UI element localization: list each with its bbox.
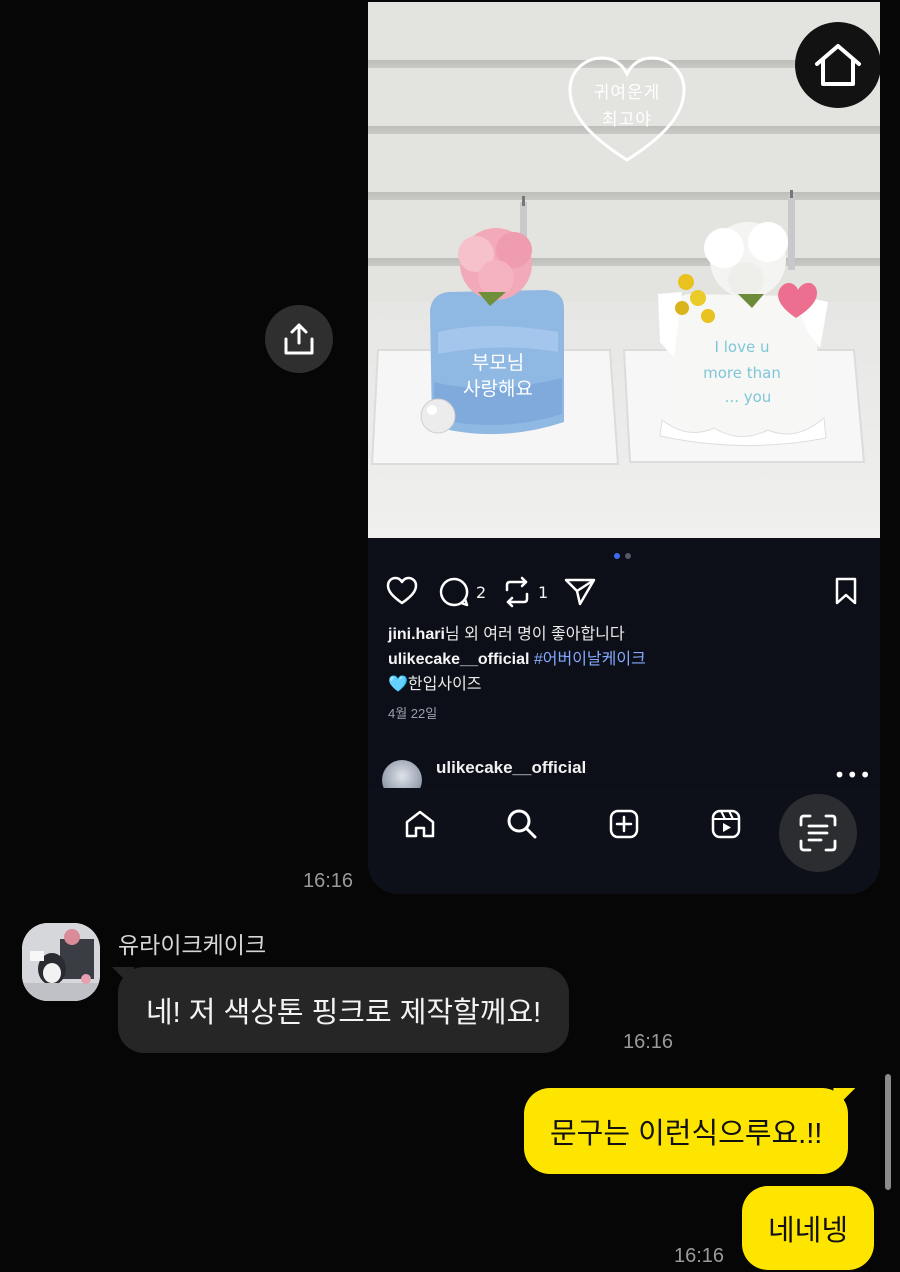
heart-text-line-1: 귀여운게 [593,83,661,103]
tab-home[interactable] [400,806,440,842]
send-button[interactable] [564,576,596,606]
search-icon [507,809,537,839]
caption-user[interactable]: ulikecake__official [388,651,529,668]
right-white-cake [658,190,828,447]
carousel-indicator [614,553,631,559]
post-date: 4월 22일 [388,706,438,721]
liked-by-user[interactable]: jini.hari [388,626,445,643]
home-icon [815,44,861,86]
like-button[interactable] [386,576,418,606]
message-bubble-outgoing[interactable]: 문구는 이런식으루요.!! [524,1088,849,1174]
right-cake-text-line-2: more than [703,364,781,382]
sender-name: 유라이크케이크 [118,932,267,958]
comment-preview[interactable]: ulikecake__official ••• [382,758,872,800]
avatar[interactable] [22,923,100,1001]
likes-rest-text: 님 외 여러 명이 좋아합니다 [444,626,625,643]
cakes-illustration: 부모님 사랑해요 I love u more than ... you [370,190,866,465]
home-tab-icon [405,810,435,838]
right-cake-text-line-1: I love u [715,338,770,356]
tab-search[interactable] [502,806,542,842]
profile-photo [22,923,100,1001]
reels-icon [711,809,741,839]
heart-text-line-2: 최고야 [602,110,652,130]
message-bubble-outgoing[interactable]: 네네넹 [742,1186,875,1270]
caption-hashtag[interactable]: #어버이날케이크 [534,651,646,668]
post-actions: 2 1 [386,576,864,612]
comment-button[interactable]: 2 [438,576,486,608]
comment-icon [439,577,469,607]
shared-screenshot[interactable]: 귀여운게 최고야 부모님 사랑해요 I love u more than ...… [368,2,880,894]
caption-line-2: 🩵한입사이즈 [388,676,482,693]
left-cake-text-line-1: 부모님 [472,352,524,374]
carousel-dot [625,553,631,559]
message-time: 16:16 [303,870,354,892]
bookmark-icon [835,577,857,605]
comment-count: 2 [476,582,487,602]
caption-line: ulikecake__official #어버이날케이크 [388,647,858,672]
carousel-dot-active [614,553,620,559]
scrollbar[interactable] [885,1074,891,1190]
likes-line: jini.hari님 외 여러 명이 좋아합니다 [388,622,858,647]
right-cake-text-line-3: ... you [725,388,772,406]
repost-icon [505,576,529,608]
bookmark-button[interactable] [834,576,858,606]
scan-text-icon [799,814,837,852]
post-caption-area: jini.hari님 외 여러 명이 좋아합니다 ulikecake__offi… [388,622,858,726]
like-heart-icon [386,576,418,605]
tab-new-post[interactable] [604,806,644,842]
heart-sticker: 귀여운게 최고야 [566,54,688,166]
message-time: 16:16 [674,1245,725,1267]
message-bubble-incoming[interactable]: 네! 저 색상톤 핑크로 제작할께요! [118,967,570,1053]
share-button[interactable] [265,305,333,373]
share-upload-icon [284,323,314,355]
scan-text-button[interactable] [779,794,857,872]
message-time: 16:16 [623,1031,674,1053]
tab-reels[interactable] [706,806,746,842]
repost-button[interactable]: 1 [502,576,548,608]
home-button[interactable] [795,22,880,108]
comment-user[interactable]: ulikecake__official [436,758,586,778]
left-cake-text-line-2: 사랑해요 [463,378,533,400]
more-options-icon[interactable]: ••• [834,765,872,785]
new-post-icon [609,809,639,839]
repost-count: 1 [538,582,549,602]
send-icon [564,578,596,606]
